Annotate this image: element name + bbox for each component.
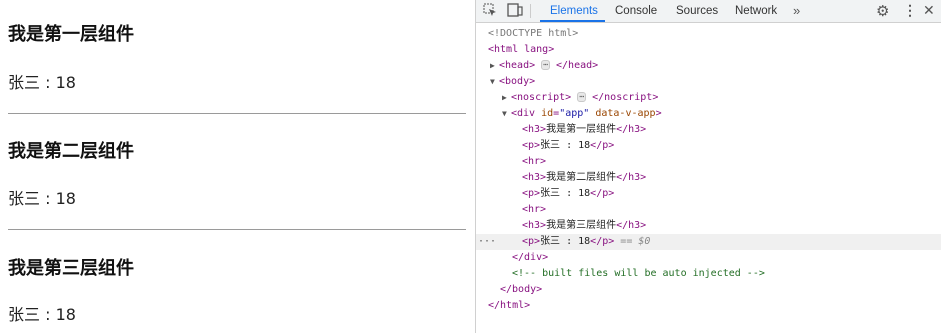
hr-tag: <hr> bbox=[522, 204, 547, 215]
div-open-tag: <div bbox=[511, 108, 536, 119]
person-text-2: 张三 : 18 bbox=[8, 189, 76, 208]
tab-elements[interactable]: Elements bbox=[550, 0, 598, 22]
h3-text-3: 我是第三层组件 bbox=[546, 220, 617, 231]
attr-value-app: "app" bbox=[559, 108, 590, 119]
p-open-tag: <p> bbox=[522, 188, 541, 199]
page-preview: 我是第一层组件 张三 : 18 我是第二层组件 张三 : 18 我是第三层组件 … bbox=[0, 0, 474, 333]
close-icon[interactable]: ✕ bbox=[923, 2, 935, 19]
collapsed-ellipsis-icon[interactable]: ⋯ bbox=[577, 92, 587, 102]
gutter-dots-icon[interactable]: ··· bbox=[478, 234, 496, 250]
head-close-tag: </head> bbox=[556, 60, 599, 71]
dom-node-h3-3[interactable]: <h3>我是第三层组件</h3> bbox=[476, 218, 941, 234]
expand-triangle-icon[interactable]: ▶ bbox=[490, 58, 499, 74]
divider-2 bbox=[8, 229, 466, 230]
person-text-3: 张三 : 18 bbox=[8, 305, 76, 324]
p-close-tag: </p> bbox=[590, 188, 615, 199]
active-tab-indicator bbox=[540, 20, 605, 22]
h3-open-tag: <h3> bbox=[522, 172, 547, 183]
inspect-element-icon[interactable] bbox=[482, 3, 498, 19]
dom-node-div-app[interactable]: ▼ <div id="app" data-v-app> bbox=[476, 106, 941, 122]
collapsed-ellipsis-icon[interactable]: ⋯ bbox=[541, 60, 550, 70]
expand-triangle-icon[interactable]: ▶ bbox=[502, 90, 511, 106]
dom-node-p-3-selected[interactable]: ··· <p>张三 : 18</p> == $0 bbox=[476, 234, 941, 250]
p-text-2: 张三 : 18 bbox=[540, 188, 591, 199]
dom-node-div-close[interactable]: </div> bbox=[476, 250, 941, 266]
body-open-tag: <body> bbox=[499, 76, 536, 87]
dom-node-doctype[interactable]: <!DOCTYPE html> bbox=[476, 26, 941, 42]
toolbar-separator bbox=[530, 4, 531, 18]
noscript-open-tag: <noscript> bbox=[511, 92, 572, 103]
dom-node-html-close[interactable]: </html> bbox=[476, 298, 941, 314]
dom-node-comment[interactable]: <!-- built files will be auto injected -… bbox=[476, 266, 941, 282]
p-text-3: 张三 : 18 bbox=[540, 236, 591, 247]
hr-tag: <hr> bbox=[522, 156, 547, 167]
heading-level-3: 我是第三层组件 bbox=[8, 258, 134, 279]
tab-console[interactable]: Console bbox=[615, 0, 657, 22]
divider-1 bbox=[8, 113, 466, 114]
body-close-tag: </body> bbox=[500, 284, 543, 295]
dom-node-body-close[interactable]: </body> bbox=[476, 282, 941, 298]
collapse-triangle-icon[interactable]: ▼ bbox=[490, 74, 499, 90]
tab-sources[interactable]: Sources bbox=[676, 0, 718, 22]
div-open-end: > bbox=[655, 108, 662, 119]
p-open-tag: <p> bbox=[522, 140, 541, 151]
heading-level-1: 我是第一层组件 bbox=[8, 24, 134, 45]
gear-icon[interactable]: ⚙ bbox=[876, 2, 889, 20]
h3-close-tag: </h3> bbox=[616, 124, 647, 135]
attr-name-id: id bbox=[541, 108, 554, 119]
dom-node-hr-1[interactable]: <hr> bbox=[476, 154, 941, 170]
more-tabs-icon[interactable]: » bbox=[793, 0, 800, 22]
p-text-1: 张三 : 18 bbox=[540, 140, 591, 151]
doctype-text: <!DOCTYPE html> bbox=[488, 28, 579, 39]
dom-node-p-2[interactable]: <p>张三 : 18</p> bbox=[476, 186, 941, 202]
attr-name-data-v-app: data-v-app bbox=[595, 108, 656, 119]
p-open-tag: <p> bbox=[522, 236, 541, 247]
collapse-triangle-icon[interactable]: ▼ bbox=[502, 106, 511, 122]
p-close-tag: </p> bbox=[590, 236, 615, 247]
tab-network[interactable]: Network bbox=[735, 0, 777, 22]
dom-node-head[interactable]: ▶ <head> ⋯ </head> bbox=[476, 58, 941, 74]
h3-close-tag: </h3> bbox=[616, 220, 647, 231]
dom-node-html[interactable]: <html lang> bbox=[476, 42, 941, 58]
devtools-toolbar: Elements Console Sources Network » ⚙ ⋮ ✕ bbox=[476, 0, 941, 23]
h3-close-tag: </h3> bbox=[616, 172, 647, 183]
dom-node-h3-1[interactable]: <h3>我是第一层组件</h3> bbox=[476, 122, 941, 138]
selected-node-marker: == $0 bbox=[620, 236, 651, 247]
dom-node-body[interactable]: ▼ <body> bbox=[476, 74, 941, 90]
h3-text-2: 我是第二层组件 bbox=[546, 172, 617, 183]
dom-node-noscript[interactable]: ▶ <noscript> ⋯ </noscript> bbox=[476, 90, 941, 106]
comment-text: <!-- built files will be auto injected -… bbox=[512, 268, 765, 279]
head-open-tag: <head> bbox=[499, 60, 536, 71]
html-close-tag: </html> bbox=[488, 300, 531, 311]
dom-node-h3-2[interactable]: <h3>我是第二层组件</h3> bbox=[476, 170, 941, 186]
h3-open-tag: <h3> bbox=[522, 220, 547, 231]
h3-open-tag: <h3> bbox=[522, 124, 547, 135]
h3-text-1: 我是第一层组件 bbox=[546, 124, 617, 135]
div-close-tag: </div> bbox=[512, 252, 549, 263]
noscript-close-tag: </noscript> bbox=[592, 92, 659, 103]
person-text-1: 张三 : 18 bbox=[8, 73, 76, 92]
devtools-panel: Elements Console Sources Network » ⚙ ⋮ ✕… bbox=[476, 0, 941, 333]
dom-node-hr-2[interactable]: <hr> bbox=[476, 202, 941, 218]
device-toolbar-icon[interactable] bbox=[507, 3, 523, 19]
kebab-menu-icon[interactable]: ⋮ bbox=[903, 2, 917, 19]
heading-level-2: 我是第二层组件 bbox=[8, 141, 134, 162]
dom-node-p-1[interactable]: <p>张三 : 18</p> bbox=[476, 138, 941, 154]
p-close-tag: </p> bbox=[590, 140, 615, 151]
html-open-tag: <html lang> bbox=[488, 44, 555, 55]
